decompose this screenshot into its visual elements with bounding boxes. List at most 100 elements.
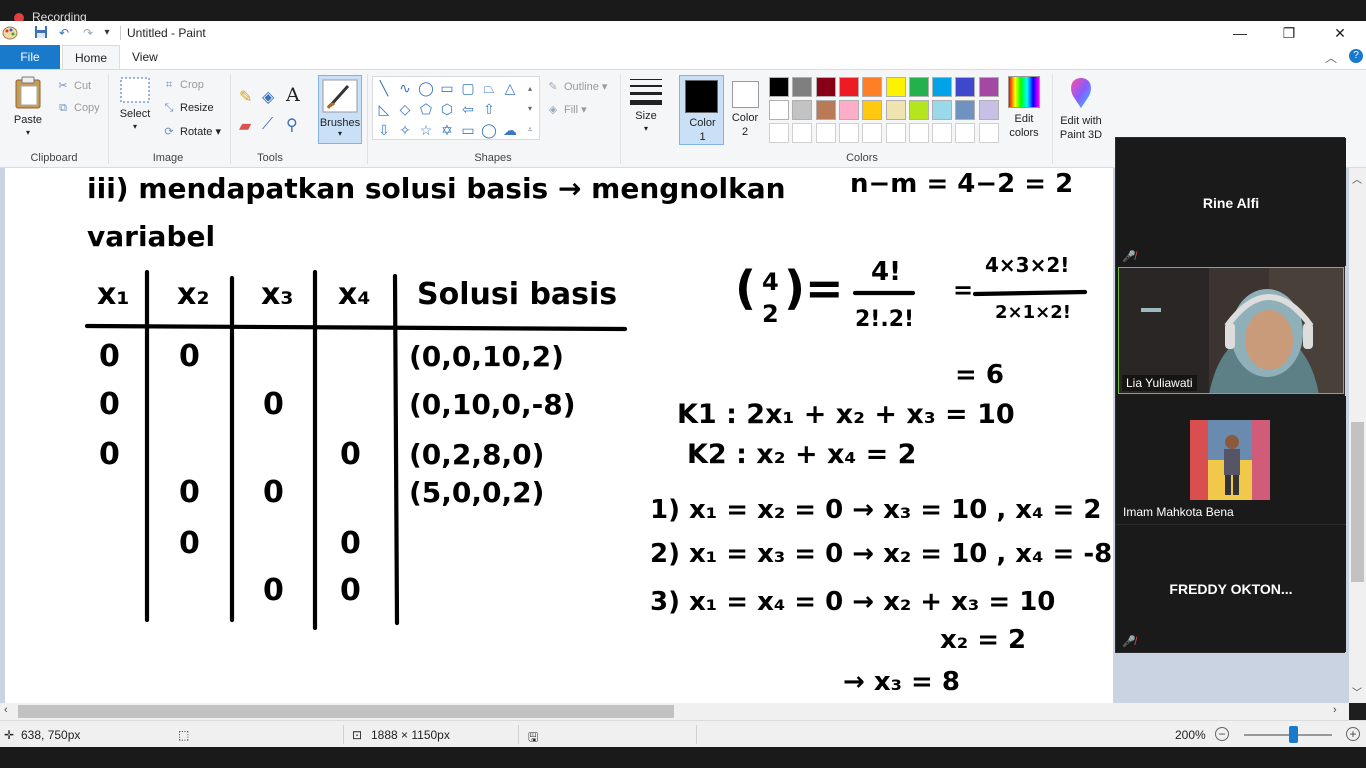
- rectangle-shape-icon[interactable]: ▭: [437, 78, 457, 98]
- save-icon[interactable]: [33, 25, 49, 41]
- diamond-shape-icon[interactable]: ◇: [395, 99, 415, 119]
- brushes-button[interactable]: Brushes ▾: [318, 75, 362, 144]
- vertical-scrollbar[interactable]: ︿ ﹀: [1349, 168, 1366, 703]
- down-arrow-shape-icon[interactable]: ⇩: [374, 120, 394, 140]
- participant-tile-rine[interactable]: Rine Alfi 🎤̸: [1116, 138, 1346, 266]
- triangle-shape-icon[interactable]: △: [500, 78, 520, 98]
- zoom-out-button[interactable]: −: [1215, 727, 1229, 741]
- crop-button[interactable]: ⌗ Crop: [162, 79, 204, 92]
- shapes-expand-icon[interactable]: ⩡: [523, 120, 537, 140]
- palette-custom-swatch[interactable]: [932, 123, 952, 143]
- rounded-rectangle-shape-icon[interactable]: ▢: [458, 78, 478, 98]
- palette-color-swatch[interactable]: [932, 100, 952, 120]
- scroll-down-icon[interactable]: ﹀: [1352, 684, 1362, 699]
- palette-custom-swatch[interactable]: [862, 123, 882, 143]
- callout-shape-icon[interactable]: ▭: [458, 120, 478, 140]
- horizontal-scroll-thumb[interactable]: [18, 705, 674, 718]
- palette-color-swatch[interactable]: [862, 77, 882, 97]
- scroll-right-icon[interactable]: ›: [1333, 704, 1337, 716]
- color1-button[interactable]: Color 1: [679, 75, 724, 145]
- copy-button[interactable]: ⧉ Copy: [56, 102, 100, 115]
- tab-view[interactable]: View: [120, 45, 170, 69]
- palette-custom-swatch[interactable]: [792, 123, 812, 143]
- undo-icon[interactable]: ↶: [56, 25, 72, 41]
- palette-color-swatch[interactable]: [769, 77, 789, 97]
- palette-color-swatch[interactable]: [816, 100, 836, 120]
- palette-custom-swatch[interactable]: [886, 123, 906, 143]
- palette-color-swatch[interactable]: [886, 100, 906, 120]
- six-point-star-shape-icon[interactable]: ✡: [437, 120, 457, 140]
- color-picker-icon[interactable]: ⟋: [262, 116, 273, 134]
- up-arrow-shape-icon[interactable]: ⇧: [479, 99, 499, 119]
- participant-tile-freddy[interactable]: FREDDY OKTON... 🎤̸: [1116, 524, 1346, 652]
- close-button[interactable]: ✕: [1317, 21, 1363, 45]
- palette-color-swatch[interactable]: [955, 100, 975, 120]
- shapes-scroll-down-icon[interactable]: ▾: [523, 99, 537, 119]
- palette-color-swatch[interactable]: [979, 100, 999, 120]
- vertical-scroll-thumb[interactable]: [1351, 422, 1364, 582]
- zoom-in-button[interactable]: +: [1346, 727, 1360, 741]
- palette-color-swatch[interactable]: [862, 100, 882, 120]
- palette-color-swatch[interactable]: [909, 100, 929, 120]
- palette-custom-swatch[interactable]: [979, 123, 999, 143]
- cloud-callout-shape-icon[interactable]: ☁: [500, 120, 520, 140]
- line-shape-icon[interactable]: ╲: [374, 78, 394, 98]
- palette-custom-swatch[interactable]: [816, 123, 836, 143]
- rotate-button[interactable]: ⟳ Rotate ▾: [162, 125, 221, 138]
- four-point-star-shape-icon[interactable]: ✧: [395, 120, 415, 140]
- pentagon-shape-icon[interactable]: ⬠: [416, 99, 436, 119]
- zoom-slider-track[interactable]: [1244, 734, 1332, 736]
- left-arrow-shape-icon[interactable]: ⇦: [458, 99, 478, 119]
- palette-color-swatch[interactable]: [792, 100, 812, 120]
- help-icon[interactable]: ?: [1349, 49, 1363, 63]
- palette-color-swatch[interactable]: [886, 77, 906, 97]
- restore-button[interactable]: ❐: [1266, 21, 1312, 45]
- scroll-left-icon[interactable]: ‹: [4, 704, 8, 716]
- palette-color-swatch[interactable]: [792, 77, 812, 97]
- scroll-up-icon[interactable]: ︿: [1352, 171, 1362, 186]
- eraser-icon[interactable]: ▰: [239, 116, 251, 136]
- horizontal-scrollbar[interactable]: ‹ ›: [0, 703, 1349, 720]
- fill-icon[interactable]: ◈: [262, 87, 274, 107]
- paint-app-icon[interactable]: [2, 25, 18, 41]
- palette-color-swatch[interactable]: [839, 77, 859, 97]
- shapes-scroll-up-icon[interactable]: ▴: [523, 79, 537, 99]
- fill-button[interactable]: ◈ Fill ▾: [546, 103, 587, 116]
- palette-custom-swatch[interactable]: [769, 123, 789, 143]
- palette-color-swatch[interactable]: [816, 77, 836, 97]
- minimize-button[interactable]: —: [1217, 21, 1263, 45]
- oval-callout-shape-icon[interactable]: ◯: [479, 120, 499, 140]
- palette-custom-swatch[interactable]: [955, 123, 975, 143]
- palette-custom-swatch[interactable]: [909, 123, 929, 143]
- palette-custom-swatch[interactable]: [839, 123, 859, 143]
- palette-color-swatch[interactable]: [839, 100, 859, 120]
- resize-button[interactable]: ⤡ Resize: [162, 102, 214, 115]
- cut-button[interactable]: ✂ Cut: [56, 79, 91, 92]
- customize-quick-access-icon[interactable]: ▾: [99, 25, 115, 41]
- select-button[interactable]: Select ▾: [116, 76, 154, 132]
- hexagon-shape-icon[interactable]: ⬡: [437, 99, 457, 119]
- participant-video-lia[interactable]: Lia Yuliawati: [1118, 267, 1344, 394]
- curve-shape-icon[interactable]: ∿: [395, 78, 415, 98]
- shapes-gallery[interactable]: ╲ ∿ ◯ ▭ ▢ ⏢ △ ◺ ◇ ⬠ ⬡ ⇦ ⇧ ⇩ ✧ ☆ ✡ ▭ ◯ ☁ …: [372, 76, 540, 140]
- right-triangle-shape-icon[interactable]: ◺: [374, 99, 394, 119]
- color2-button[interactable]: Color 2: [726, 75, 764, 139]
- edit-with-paint3d-button[interactable]: Edit with Paint 3D: [1056, 76, 1106, 142]
- size-button[interactable]: Size ▾: [627, 76, 665, 134]
- outline-button[interactable]: ✎ Outline ▾: [546, 80, 607, 93]
- redo-icon[interactable]: ↷: [80, 25, 96, 41]
- participant-tile-imam[interactable]: Imam Mahkota Bena: [1116, 396, 1346, 524]
- magnifier-icon[interactable]: ⚲: [286, 115, 298, 135]
- drawing-canvas[interactable]: iii) mendapatkan solusi basis → mengnolk…: [5, 168, 1113, 703]
- palette-color-swatch[interactable]: [909, 77, 929, 97]
- zoom-slider-knob[interactable]: [1289, 726, 1298, 743]
- palette-color-swatch[interactable]: [955, 77, 975, 97]
- pencil-icon[interactable]: ✎: [239, 87, 252, 107]
- tab-home[interactable]: Home: [62, 45, 121, 69]
- palette-color-swatch[interactable]: [979, 77, 999, 97]
- tab-file[interactable]: File: [0, 45, 60, 69]
- oval-shape-icon[interactable]: ◯: [416, 78, 436, 98]
- five-point-star-shape-icon[interactable]: ☆: [416, 120, 436, 140]
- edit-colors-button[interactable]: Edit colors: [1004, 76, 1044, 140]
- palette-color-swatch[interactable]: [769, 100, 789, 120]
